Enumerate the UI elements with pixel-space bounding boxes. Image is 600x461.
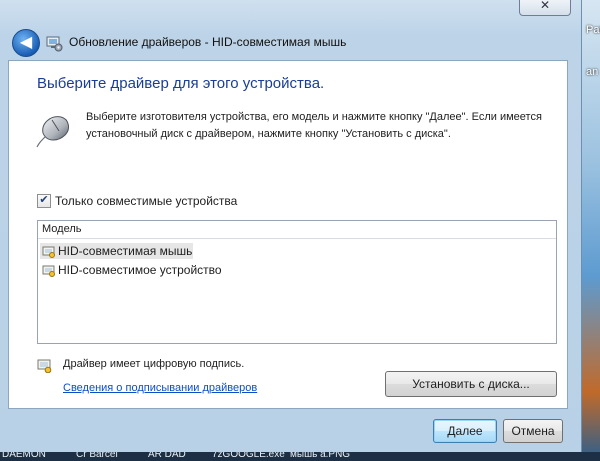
back-button[interactable]: ◀ [12, 29, 40, 57]
driver-package-icon [42, 265, 55, 277]
page-heading: Выберите драйвер для этого устройства. [37, 75, 325, 92]
model-column-header-label: Модель [42, 223, 82, 235]
signed-driver-icon [37, 359, 52, 373]
taskbar-item[interactable]: Cr Barcel [76, 452, 118, 460]
taskbar-item[interactable]: DAEMON [2, 452, 46, 460]
install-from-disk-button[interactable]: Установить с диска... [385, 371, 557, 397]
desktop-icon-label[interactable]: an [586, 66, 598, 78]
title-bar: ◀ Обновление драйверов - HID-совместимая… [8, 28, 568, 60]
signature-text: Драйвер имеет цифровую подпись. [63, 358, 245, 370]
model-column-header[interactable]: Модель [38, 221, 556, 239]
list-item[interactable]: HID-совместимая мышь [40, 243, 193, 259]
window-title: Обновление драйверов - HID-совместимая м… [69, 35, 347, 49]
signature-status: Драйвер имеет цифровую подпись. [37, 358, 337, 374]
model-name: HID-совместимая мышь [58, 244, 193, 258]
taskbar-item[interactable]: AR DAD [148, 452, 186, 460]
taskbar-item[interactable]: 7zGOOGLE.exe [212, 452, 285, 460]
desktop-icon-label[interactable]: Pat [586, 24, 600, 36]
cancel-button[interactable]: Отмена [503, 419, 563, 443]
update-driver-dialog: ✕ ◀ Обновление драйверов - HID-совместим… [0, 0, 582, 452]
model-name: HID-совместимое устройство [58, 263, 222, 277]
taskbar-item[interactable]: мышь a.PNG [290, 452, 350, 460]
driver-signing-info-link[interactable]: Сведения о подписывании драйверов [63, 382, 257, 394]
compatible-hardware-label[interactable]: Только совместимые устройства [55, 194, 237, 208]
next-button[interactable]: Далее [433, 419, 497, 443]
driver-package-icon [42, 246, 55, 258]
list-item[interactable]: HID-совместимое устройство [40, 262, 253, 278]
instructions-text: Выберите изготовителя устройства, его мо… [86, 111, 542, 140]
mouse-icon [36, 116, 69, 148]
wizard-content: Выберите драйвер для этого устройства. В… [8, 60, 568, 409]
close-button[interactable]: ✕ [519, 0, 571, 16]
device-manager-icon [46, 36, 63, 52]
model-list[interactable]: Модель HID-совместимая мышь HID-совмести… [37, 220, 557, 344]
back-arrow-icon: ◀ [19, 34, 33, 51]
taskbar: DAEMON Cr Barcel AR DAD 7zGOOGLE.exe мыш… [0, 452, 600, 461]
compatible-hardware-checkbox[interactable]: ✔ [37, 194, 51, 208]
